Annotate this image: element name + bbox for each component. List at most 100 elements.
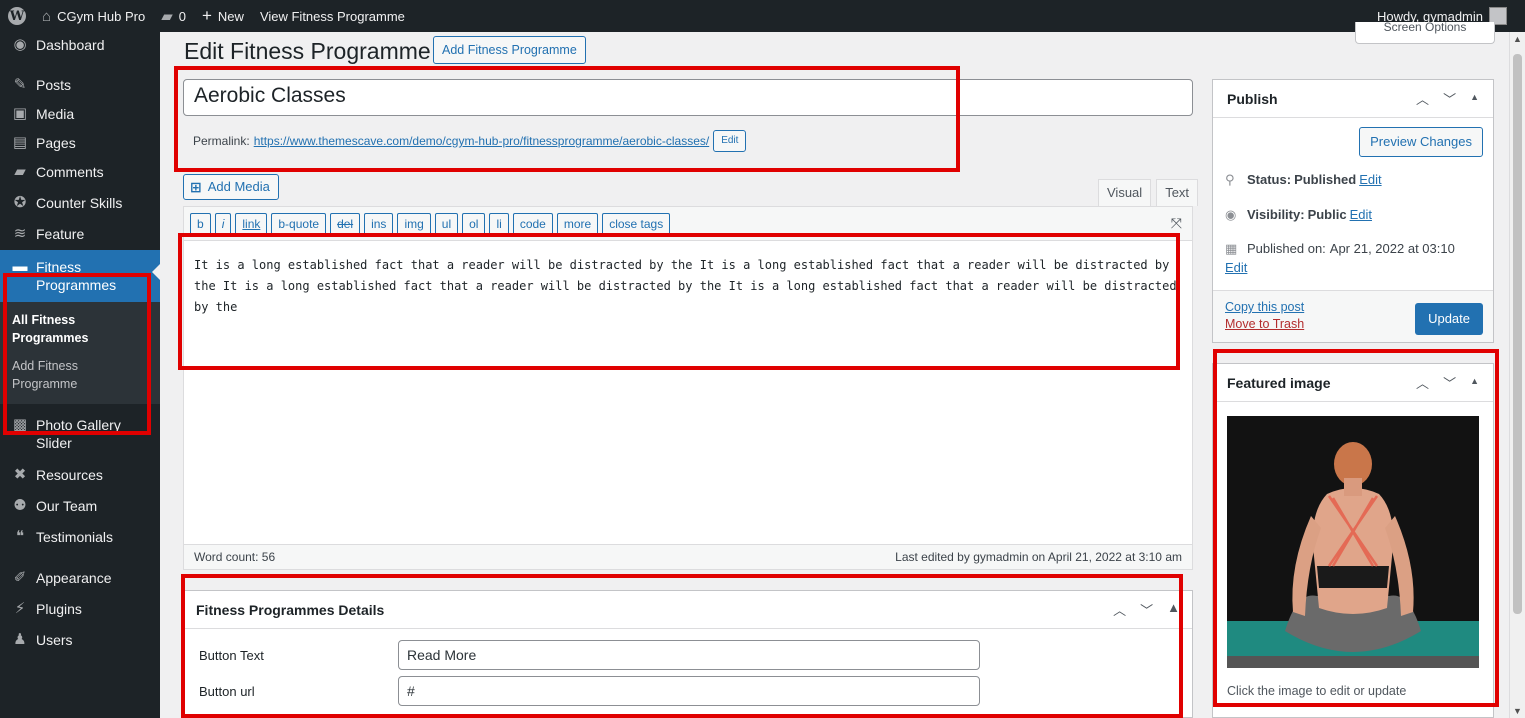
resources-icon: ✖ <box>13 466 27 483</box>
quicktag-more-button[interactable]: more <box>556 212 599 235</box>
admin-bar: W ⌂ CGym Hub Pro ▰ 0 + New View Fitness … <box>0 0 1525 32</box>
move-up-icon[interactable]: ︿ <box>1113 600 1126 619</box>
word-count: Word count: 56 <box>194 550 276 564</box>
quote-icon: ❝ <box>15 528 25 545</box>
metabox-header[interactable]: Fitness Programmes Details ︿ ﹀ ▲ <box>184 591 1192 629</box>
site-name-menu[interactable]: ⌂ CGym Hub Pro <box>34 0 153 32</box>
sidebar-item-pages[interactable]: ▤ Pages <box>0 128 160 158</box>
move-down-icon[interactable]: ﹀ <box>1443 89 1456 108</box>
quicktag-close-tags-button[interactable]: close tags <box>602 212 671 235</box>
tab-text[interactable]: Text <box>1156 179 1199 206</box>
gallery-icon: ▩ <box>12 416 28 433</box>
scroll-down-icon[interactable]: ▼ <box>1513 706 1522 716</box>
comments-menu[interactable]: ▰ 0 <box>153 0 194 32</box>
submenu-all-fitness-programmes[interactable]: All Fitness Programmes <box>0 308 110 350</box>
permalink-edit-button[interactable]: Edit <box>713 130 747 152</box>
move-up-icon[interactable]: ︿ <box>1416 373 1429 392</box>
sidebar-item-label: Counter Skills <box>36 195 123 211</box>
quicktag-ins-button[interactable]: ins <box>364 212 394 235</box>
permalink-label: Permalink: <box>193 134 250 148</box>
add-media-button[interactable]: ⊞ Add Media <box>183 174 279 200</box>
submenu-add-fitness-programme[interactable]: Add Fitness Programme <box>0 354 110 396</box>
preview-changes-button[interactable]: Preview Changes <box>1359 127 1483 157</box>
pages-icon: ▤ <box>12 134 28 151</box>
update-button[interactable]: Update <box>1415 303 1483 335</box>
published-on-line: ▦ Published on: Apr 21, 2022 at 03:10 Ed… <box>1225 241 1485 275</box>
comments-count: 0 <box>178 8 186 24</box>
editor-textarea[interactable]: It is a long established fact that a rea… <box>194 255 1179 318</box>
scroll-thumb[interactable] <box>1513 54 1522 614</box>
copy-post-link[interactable]: Copy this post <box>1225 299 1304 316</box>
wp-logo-menu[interactable]: W <box>0 0 34 32</box>
sidebar-item-plugins[interactable]: ⚡ Plugins <box>0 594 160 624</box>
quicktag-code-button[interactable]: code <box>512 212 553 235</box>
comment-bubble-icon: ▰ <box>161 8 173 25</box>
add-fitness-programme-button[interactable]: Add Fitness Programme <box>433 36 586 64</box>
tab-visual[interactable]: Visual <box>1098 179 1152 206</box>
sidebar-item-posts[interactable]: ✎ Posts <box>0 70 160 100</box>
quicktag-del-button[interactable]: del <box>330 212 361 235</box>
featured-image-title: Featured image <box>1227 374 1331 391</box>
sidebar-item-counter-skills[interactable]: ✪ Counter Skills <box>0 188 160 218</box>
new-content-menu[interactable]: + New <box>194 0 252 32</box>
sidebar-item-our-team[interactable]: ⚉ Our Team <box>0 491 160 521</box>
sidebar-item-label: Appearance <box>36 570 112 586</box>
scroll-up-icon[interactable]: ▲ <box>1513 34 1522 44</box>
featured-image-header[interactable]: Featured image ︿ ﹀ ▲ <box>1213 364 1493 402</box>
sidebar-item-comments[interactable]: ▰ Comments <box>0 157 160 187</box>
quicktag-ol-button[interactable]: ol <box>462 212 486 235</box>
add-media-label: Add Media <box>207 179 270 194</box>
last-edited: Last edited by gymadmin on April 21, 202… <box>895 550 1182 564</box>
featured-image-box: Featured image ︿ ﹀ ▲ Click the image to … <box>1212 363 1494 718</box>
page-scrollbar[interactable]: ▲ ▼ <box>1509 32 1525 718</box>
move-down-icon[interactable]: ﹀ <box>1140 600 1153 619</box>
sidebar-item-media[interactable]: ▣ Media <box>0 99 160 129</box>
featured-image[interactable] <box>1227 416 1479 668</box>
toggle-panel-icon[interactable]: ▲ <box>1167 600 1180 619</box>
admin-sidebar: ◉ Dashboard ✎ Posts ▣ Media ▤ Pages ▰ Co… <box>0 32 160 718</box>
quicktag-ul-button[interactable]: ul <box>434 212 459 235</box>
sidebar-item-label: Comments <box>36 164 104 180</box>
fullscreen-icon[interactable]: ⤧ <box>1171 215 1182 232</box>
status-pin-icon: ⚲ <box>1225 172 1235 187</box>
published-edit-link[interactable]: Edit <box>1225 260 1485 275</box>
move-down-icon[interactable]: ﹀ <box>1443 373 1456 392</box>
sidebar-item-testimonials[interactable]: ❝ Testimonials <box>0 522 160 552</box>
toggle-panel-icon[interactable]: ▲ <box>1470 373 1479 392</box>
sidebar-item-dashboard[interactable]: ◉ Dashboard <box>0 32 160 60</box>
sidebar-item-label: Media <box>36 106 75 122</box>
sidebar-item-feature[interactable]: ≋ Feature <box>0 219 160 249</box>
quicktag-img-button[interactable]: img <box>397 212 431 235</box>
permalink-url[interactable]: https://www.themescave.com/demo/cgym-hub… <box>254 134 710 148</box>
sidebar-item-label: Posts <box>36 77 72 93</box>
fitness-details-metabox: Fitness Programmes Details ︿ ﹀ ▲ Button … <box>183 590 1193 718</box>
sidebar-item-photo-gallery-slider[interactable]: ▩ Photo Gallery Slider <box>0 410 160 458</box>
move-to-trash-link[interactable]: Move to Trash <box>1225 316 1304 333</box>
visibility-edit-link[interactable]: Edit <box>1350 207 1372 222</box>
toggle-panel-icon[interactable]: ▲ <box>1470 89 1479 108</box>
users-icon: ♟ <box>13 631 27 648</box>
quicktag-italic-button[interactable]: i <box>214 212 232 235</box>
featured-image-picture <box>1227 416 1479 668</box>
sidebar-item-fitness-programmes[interactable]: ▬ Fitness Programmes <box>0 250 160 302</box>
view-post-link[interactable]: View Fitness Programme <box>252 0 413 32</box>
visibility-eye-icon: ◉ <box>1225 207 1237 222</box>
publish-actions: Copy this post Move to Trash Update <box>1213 290 1493 342</box>
quicktag-blockquote-button[interactable]: b-quote <box>271 212 327 235</box>
status-edit-link[interactable]: Edit <box>1359 172 1381 187</box>
sidebar-item-appearance[interactable]: ✐ Appearance <box>0 563 160 593</box>
move-up-icon[interactable]: ︿ <box>1416 89 1429 108</box>
sidebar-item-users[interactable]: ♟ Users <box>0 625 160 655</box>
sidebar-item-resources[interactable]: ✖ Resources <box>0 460 160 490</box>
media-icon: ⊞ <box>190 179 202 195</box>
featured-controls: ︿ ﹀ ▲ <box>1416 373 1479 392</box>
publish-header[interactable]: Publish ︿ ﹀ ▲ <box>1213 80 1493 118</box>
metabox-controls: ︿ ﹀ ▲ <box>1113 600 1180 619</box>
quicktag-link-button[interactable]: link <box>235 212 268 235</box>
button-text-input[interactable]: Read More <box>398 640 980 670</box>
button-url-input[interactable]: # <box>398 676 980 706</box>
post-title-input[interactable]: Aerobic Classes <box>183 79 1193 116</box>
quicktag-li-button[interactable]: li <box>489 212 509 235</box>
quicktag-bold-button[interactable]: b <box>190 212 211 235</box>
screen-options-tab[interactable]: Screen Options <box>1355 22 1495 44</box>
